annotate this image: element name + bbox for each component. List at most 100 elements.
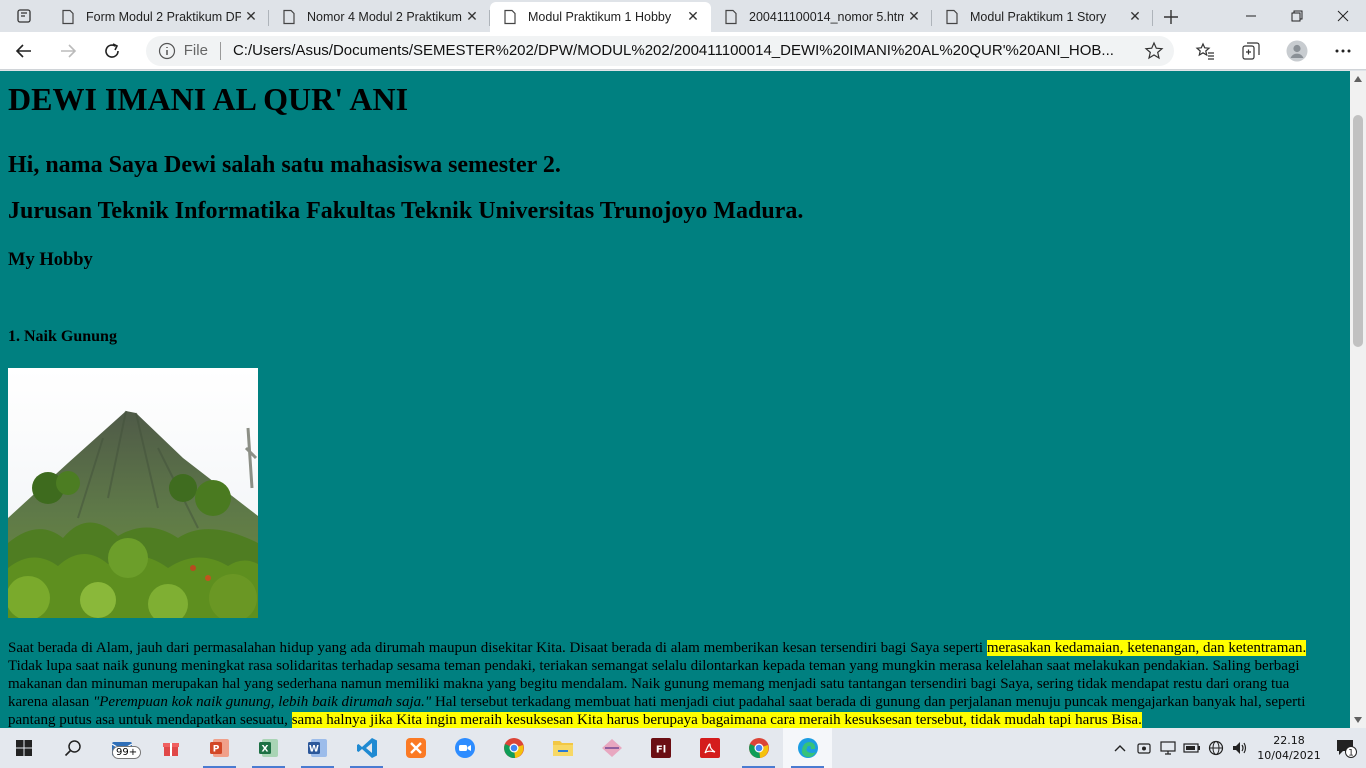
refresh-button[interactable] bbox=[92, 35, 132, 67]
avatar-icon bbox=[1286, 40, 1308, 61]
tab-title: Form Modul 2 Praktikum DPW bbox=[86, 10, 241, 24]
new-tab-button[interactable] bbox=[1153, 2, 1189, 32]
collections-button[interactable] bbox=[1228, 35, 1274, 67]
notification-center-button[interactable]: 1 bbox=[1326, 728, 1366, 768]
picture-icon bbox=[601, 739, 622, 757]
taskbar-vscode[interactable] bbox=[342, 728, 391, 768]
close-tab-icon[interactable]: ✕ bbox=[241, 7, 261, 27]
collections-icon bbox=[1242, 41, 1260, 60]
browser-tab[interactable]: Form Modul 2 Praktikum DPW ✕ bbox=[48, 2, 269, 32]
address-bar[interactable]: File C:/Users/Asus/Documents/SEMESTER%20… bbox=[145, 35, 1174, 66]
notification-icon: 1 bbox=[1337, 740, 1357, 759]
page-icon bbox=[946, 9, 958, 25]
xampp-icon bbox=[405, 738, 426, 758]
address-divider bbox=[219, 41, 221, 60]
arrow-right-icon bbox=[60, 43, 77, 58]
taskbar-word[interactable]: W bbox=[293, 728, 342, 768]
settings-menu-button[interactable] bbox=[1320, 35, 1366, 67]
clock-time: 22.18 bbox=[1273, 734, 1305, 747]
info-icon[interactable] bbox=[158, 42, 176, 60]
scroll-up-button[interactable] bbox=[1350, 71, 1366, 87]
favorite-star-icon[interactable] bbox=[1144, 41, 1164, 61]
page-icon bbox=[62, 9, 74, 25]
taskbar-file-explorer[interactable] bbox=[538, 728, 587, 768]
mountain-image bbox=[8, 368, 258, 618]
search-button[interactable] bbox=[48, 728, 97, 768]
tab-title: 200411100014_nomor 5.html bbox=[749, 10, 904, 24]
globe-icon bbox=[1208, 740, 1224, 756]
taskbar-chrome-canary[interactable] bbox=[734, 728, 783, 768]
taskbar-excel[interactable]: X bbox=[244, 728, 293, 768]
page-icon bbox=[283, 9, 295, 25]
scroll-down-button[interactable] bbox=[1350, 712, 1366, 728]
back-button[interactable] bbox=[4, 35, 44, 67]
taskbar-image-viewer[interactable] bbox=[587, 728, 636, 768]
svg-text:Fl: Fl bbox=[655, 745, 665, 756]
chrome-icon bbox=[503, 738, 524, 759]
close-tab-icon[interactable]: ✕ bbox=[683, 7, 703, 27]
page-content: DEWI IMANI AL QUR' ANI Hi, nama Saya Dew… bbox=[8, 71, 1350, 728]
taskbar-acrobat[interactable] bbox=[685, 728, 734, 768]
close-tab-icon[interactable]: ✕ bbox=[462, 7, 482, 27]
refresh-icon bbox=[105, 42, 119, 58]
quote-text: "Perempuan kok naik gunung, lebih baik d… bbox=[92, 694, 432, 710]
more-dots-icon bbox=[1335, 49, 1351, 52]
tray-network-drive-button[interactable] bbox=[1156, 728, 1180, 768]
url-text[interactable]: C:/Users/Asus/Documents/SEMESTER%202/DPW… bbox=[233, 42, 1136, 59]
taskbar-chrome[interactable] bbox=[489, 728, 538, 768]
show-hidden-icons-button[interactable] bbox=[1108, 728, 1132, 768]
tray-app-icon bbox=[1137, 743, 1151, 754]
word-icon: W bbox=[307, 739, 327, 757]
tray-app-button[interactable] bbox=[1132, 728, 1156, 768]
restore-button[interactable] bbox=[1274, 0, 1320, 32]
tab-title: Modul Praktikum 1 Story bbox=[970, 10, 1107, 24]
excel-icon: X bbox=[258, 739, 278, 757]
tab-title: Nomor 4 Modul 2 Praktikum bbox=[307, 10, 462, 24]
taskbar-xampp[interactable] bbox=[391, 728, 440, 768]
minimize-button[interactable] bbox=[1228, 0, 1274, 32]
svg-text:P: P bbox=[212, 745, 219, 755]
battery-button[interactable] bbox=[1180, 728, 1204, 768]
restore-icon bbox=[1291, 10, 1303, 22]
tab-strip: Form Modul 2 Praktikum DPW ✕ Nomor 4 Mod… bbox=[0, 0, 1366, 32]
highlight-text: sama halnya jika Kita ingin meraih kesuk… bbox=[291, 712, 1142, 728]
taskbar-flash[interactable]: Fl bbox=[636, 728, 685, 768]
browser-tab-active[interactable]: Modul Praktikum 1 Hobby ✕ bbox=[490, 2, 711, 32]
chevron-up-icon bbox=[1114, 745, 1126, 752]
browser-tab[interactable]: Modul Praktikum 1 Story ✕ bbox=[932, 2, 1153, 32]
taskbar-zoom[interactable] bbox=[440, 728, 489, 768]
profile-button[interactable] bbox=[1274, 35, 1320, 67]
section-heading: My Hobby bbox=[8, 250, 93, 270]
page-title: DEWI IMANI AL QUR' ANI bbox=[8, 81, 409, 117]
taskbar-powerpoint[interactable]: P bbox=[195, 728, 244, 768]
monitor-icon bbox=[1160, 741, 1176, 755]
page-viewport: DEWI IMANI AL QUR' ANI Hi, nama Saya Dew… bbox=[0, 71, 1366, 728]
close-tab-icon[interactable]: ✕ bbox=[1125, 7, 1145, 27]
forward-button[interactable] bbox=[48, 35, 88, 67]
department-heading: Jurusan Teknik Informatika Fakultas Tekn… bbox=[8, 198, 804, 224]
network-button[interactable] bbox=[1204, 728, 1228, 768]
taskbar-gift[interactable] bbox=[146, 728, 195, 768]
volume-button[interactable] bbox=[1228, 728, 1252, 768]
vertical-scrollbar[interactable] bbox=[1350, 71, 1366, 728]
powerpoint-icon: P bbox=[209, 739, 229, 757]
clock[interactable]: 22.18 10/04/2021 bbox=[1252, 733, 1326, 763]
intro-heading: Hi, nama Saya Dewi salah satu mahasiswa … bbox=[8, 152, 561, 178]
vscode-icon bbox=[356, 738, 377, 758]
scheme-label: File bbox=[183, 42, 208, 59]
browser-tab[interactable]: Nomor 4 Modul 2 Praktikum ✕ bbox=[269, 2, 490, 32]
para-text: Saat berada di Alam, jauh dari permasala… bbox=[8, 640, 987, 656]
start-button[interactable] bbox=[0, 728, 48, 768]
favorites-button[interactable] bbox=[1182, 35, 1228, 67]
browser-toolbar: File C:/Users/Asus/Documents/SEMESTER%20… bbox=[0, 32, 1366, 70]
close-window-button[interactable] bbox=[1320, 0, 1366, 32]
browser-tab[interactable]: 200411100014_nomor 5.html ✕ bbox=[711, 2, 932, 32]
gift-icon bbox=[162, 743, 179, 756]
taskbar-edge[interactable] bbox=[783, 728, 832, 768]
tab-actions-button[interactable] bbox=[0, 0, 48, 32]
svg-text:X: X bbox=[261, 745, 268, 755]
windows-taskbar: P X W Fl 99+ 22.18 10/04/2021 1 bbox=[0, 728, 1366, 768]
scroll-thumb[interactable] bbox=[1353, 115, 1363, 347]
chrome-icon bbox=[748, 738, 769, 759]
close-tab-icon[interactable]: ✕ bbox=[904, 7, 924, 27]
